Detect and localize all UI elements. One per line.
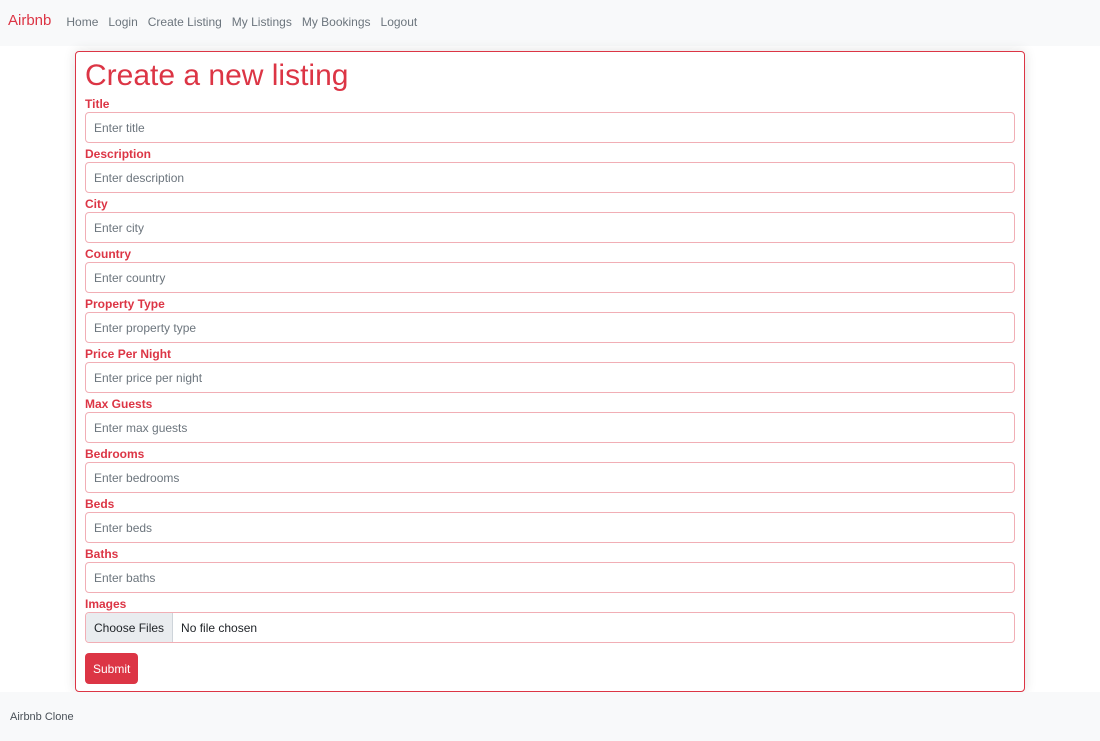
- country-label: Country: [85, 247, 131, 261]
- brand-link[interactable]: Airbnb: [8, 12, 51, 29]
- beds-label: Beds: [85, 497, 115, 511]
- file-status-text: No file chosen: [181, 620, 258, 635]
- title-label: Title: [85, 97, 110, 111]
- field-country: Country: [85, 247, 1015, 297]
- max-guests-input[interactable]: [85, 412, 1015, 443]
- footer: Airbnb Clone: [0, 692, 1100, 741]
- images-file-input[interactable]: Choose Files No file chosen: [85, 612, 1015, 643]
- field-price-per-night: Price Per Night: [85, 347, 1015, 397]
- field-property-type: Property Type: [85, 297, 1015, 347]
- footer-text: Airbnb Clone: [10, 710, 74, 723]
- max-guests-label: Max Guests: [85, 397, 153, 411]
- nav-links: Home Login Create Listing My Listings My…: [61, 15, 422, 29]
- price-per-night-label: Price Per Night: [85, 347, 172, 361]
- navbar: Airbnb Home Login Create Listing My List…: [0, 0, 1100, 46]
- country-input[interactable]: [85, 262, 1015, 293]
- description-label: Description: [85, 147, 152, 161]
- bedrooms-input[interactable]: [85, 462, 1015, 493]
- field-images: Images Choose Files No file chosen: [85, 597, 1015, 647]
- field-city: City: [85, 197, 1015, 247]
- field-baths: Baths: [85, 547, 1015, 597]
- create-listing-card: Create a new listing Title Description C…: [75, 51, 1025, 692]
- description-input[interactable]: [85, 162, 1015, 193]
- bedrooms-label: Bedrooms: [85, 447, 145, 461]
- nav-link-home[interactable]: Home: [61, 15, 103, 29]
- submit-button[interactable]: Submit: [85, 653, 139, 684]
- property-type-label: Property Type: [85, 297, 165, 311]
- field-description: Description: [85, 147, 1015, 197]
- nav-link-logout[interactable]: Logout: [376, 15, 423, 29]
- baths-label: Baths: [85, 547, 119, 561]
- page-title: Create a new listing: [85, 59, 349, 92]
- title-input[interactable]: [85, 112, 1015, 143]
- beds-input[interactable]: [85, 512, 1015, 543]
- nav-link-my-bookings[interactable]: My Bookings: [297, 15, 376, 29]
- create-listing-form: Title Description City Country Property …: [85, 97, 1015, 684]
- price-per-night-input[interactable]: [85, 362, 1015, 393]
- images-label: Images: [85, 597, 127, 611]
- nav-link-login[interactable]: Login: [103, 15, 142, 29]
- field-beds: Beds: [85, 497, 1015, 547]
- baths-input[interactable]: [85, 562, 1015, 593]
- field-bedrooms: Bedrooms: [85, 447, 1015, 497]
- property-type-input[interactable]: [85, 312, 1015, 343]
- field-title: Title: [85, 97, 1015, 147]
- nav-link-create-listing[interactable]: Create Listing: [143, 15, 227, 29]
- nav-link-my-listings[interactable]: My Listings: [227, 15, 297, 29]
- field-max-guests: Max Guests: [85, 397, 1015, 447]
- city-input[interactable]: [85, 212, 1015, 243]
- city-label: City: [85, 197, 108, 211]
- choose-files-button[interactable]: Choose Files: [86, 613, 174, 642]
